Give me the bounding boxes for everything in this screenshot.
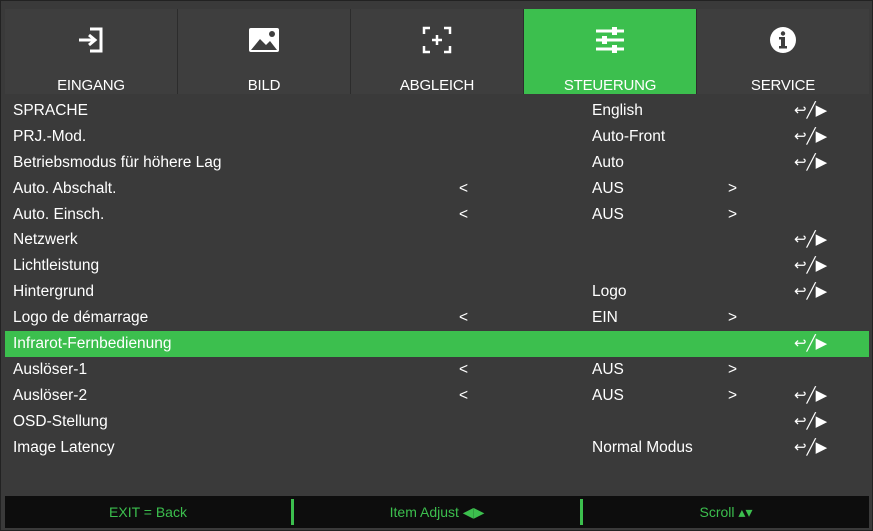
row-label: Betriebsmodus für höhere Lag (13, 153, 222, 171)
increase-arrow[interactable]: > (728, 202, 737, 228)
row-label: Auto. Abschalt. (13, 179, 117, 197)
sliders-icon (524, 23, 696, 57)
row-value: Auto (592, 153, 624, 171)
increase-arrow[interactable]: > (728, 383, 737, 409)
enter-submenu-icon[interactable]: ↩╱▶ (794, 227, 827, 253)
row-label: Infrarot-Fernbedienung (13, 335, 172, 353)
row-label: PRJ.-Mod. (13, 127, 87, 145)
row-value: EIN (592, 309, 618, 327)
menu-row[interactable]: Hintergrund Logo ↩╱▶ (5, 279, 869, 305)
settings-list: SPRACHE English ↩╱▶ PRJ.-Mod. Auto-Front ↩╱▶ B… (5, 98, 869, 460)
menu-row[interactable]: Auto. Abschalt. < AUS > (5, 176, 869, 202)
item-adjust-hint: Item Adjust ◀▶ (389, 503, 485, 520)
row-label: Image Latency (13, 438, 115, 456)
image-icon (178, 23, 350, 57)
decrease-arrow[interactable]: < (459, 383, 468, 409)
row-label: OSD-Stellung (13, 412, 108, 430)
tab-label: BILD (247, 77, 281, 94)
scroll-hint: Scroll ▴▾ (699, 503, 753, 520)
row-label: Netzwerk (13, 231, 78, 249)
enter-submenu-icon[interactable]: ↩╱▶ (794, 435, 827, 461)
decrease-arrow[interactable]: < (459, 357, 468, 383)
decrease-arrow[interactable]: < (459, 305, 468, 331)
exit-hint: EXIT = Back (109, 504, 187, 520)
row-value: AUS (592, 205, 624, 223)
menu-row[interactable]: Image Latency Normal Modus ↩╱▶ (5, 435, 869, 461)
enter-submenu-icon[interactable]: ↩╱▶ (794, 331, 827, 357)
menu-row[interactable]: SPRACHE English ↩╱▶ (5, 98, 869, 124)
menu-row[interactable]: Netzwerk ↩╱▶ (5, 227, 869, 253)
row-value: Auto-Front (592, 127, 666, 145)
osd-menu: EINGANG BILD ABGLEICH STEUERUNG SERVICE … (0, 0, 873, 531)
tab-steuerung[interactable]: STEUERUNG (524, 9, 697, 94)
menu-row[interactable]: Auslöser-1 < AUS > (5, 357, 869, 383)
alignment-icon (351, 23, 523, 57)
row-label: Auslöser-2 (13, 386, 88, 404)
footer-help-bar: EXIT = Back Item Adjust ◀▶ Scroll ▴▾ (5, 496, 869, 528)
enter-submenu-icon[interactable]: ↩╱▶ (794, 150, 827, 176)
enter-submenu-icon[interactable]: ↩╱▶ (794, 253, 827, 279)
decrease-arrow[interactable]: < (459, 176, 468, 202)
menu-tabs: EINGANG BILD ABGLEICH STEUERUNG SERVICE (5, 9, 869, 94)
row-label: Hintergrund (13, 283, 94, 301)
tab-service[interactable]: SERVICE (697, 9, 869, 94)
row-label: Auslöser-1 (13, 360, 88, 378)
menu-row[interactable]: Auslöser-2 < AUS > ↩╱▶ (5, 383, 869, 409)
tab-label: EINGANG (57, 77, 125, 94)
menu-row[interactable]: Logo de démarrage < EIN > (5, 305, 869, 331)
tab-bild[interactable]: BILD (178, 9, 351, 94)
row-value: Normal Modus (592, 438, 693, 456)
row-label: SPRACHE (13, 102, 88, 119)
row-label: Logo de démarrage (13, 309, 149, 327)
row-value: English (592, 102, 643, 119)
increase-arrow[interactable]: > (728, 357, 737, 383)
info-icon (697, 23, 869, 57)
tab-eingang[interactable]: EINGANG (5, 9, 178, 94)
menu-row[interactable]: Betriebsmodus für höhere Lag Auto ↩╱▶ (5, 150, 869, 176)
row-value: AUS (592, 179, 624, 197)
enter-submenu-icon[interactable]: ↩╱▶ (794, 409, 827, 435)
menu-row[interactable]: Auto. Einsch. < AUS > (5, 202, 869, 228)
row-value: Logo (592, 283, 627, 301)
increase-arrow[interactable]: > (728, 305, 737, 331)
row-label: Lichtleistung (13, 257, 100, 275)
menu-row[interactable]: PRJ.-Mod. Auto-Front ↩╱▶ (5, 124, 869, 150)
tab-label: STEUERUNG (563, 77, 657, 94)
row-label: Auto. Einsch. (13, 205, 105, 223)
tab-abgleich[interactable]: ABGLEICH (351, 9, 524, 94)
menu-row[interactable]: Lichtleistung ↩╱▶ (5, 253, 869, 279)
tab-label: ABGLEICH (399, 77, 475, 94)
row-value: AUS (592, 386, 624, 404)
enter-submenu-icon[interactable]: ↩╱▶ (794, 383, 827, 409)
enter-submenu-icon[interactable]: ↩╱▶ (794, 124, 827, 150)
enter-submenu-icon[interactable]: ↩╱▶ (794, 279, 827, 305)
input-icon (5, 23, 177, 57)
menu-row[interactable]: OSD-Stellung ↩╱▶ (5, 409, 869, 435)
row-value: AUS (592, 360, 624, 378)
increase-arrow[interactable]: > (728, 176, 737, 202)
menu-row[interactable]: Infrarot-Fernbedienung ↩╱▶ (5, 331, 869, 357)
tab-label: SERVICE (750, 77, 816, 94)
enter-submenu-icon[interactable]: ↩╱▶ (794, 98, 827, 124)
decrease-arrow[interactable]: < (459, 202, 468, 228)
